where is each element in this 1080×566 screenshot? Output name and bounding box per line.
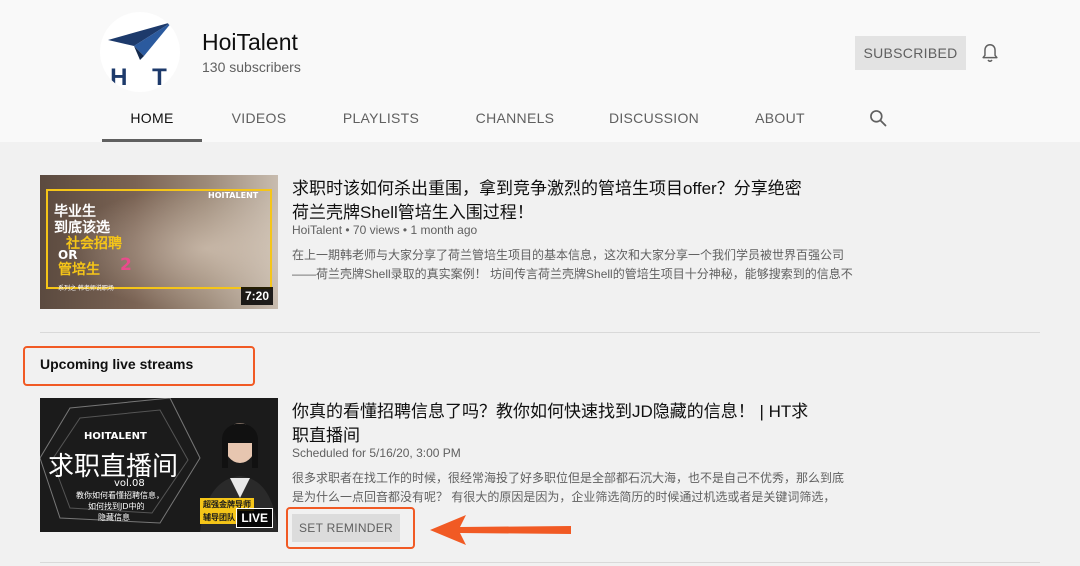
video-title-line[interactable]: 你真的看懂招聘信息了吗？教你如何快速找到JD隐藏的信息！ | HT求 bbox=[292, 400, 832, 424]
search-icon[interactable] bbox=[868, 108, 888, 128]
annotation-arrow-icon bbox=[430, 515, 571, 545]
tab-channels[interactable]: CHANNELS bbox=[470, 98, 560, 142]
set-reminder-button[interactable]: SET REMINDER bbox=[292, 514, 400, 542]
section-title: Upcoming live streams bbox=[40, 356, 194, 372]
scheduled-time: Scheduled for 5/16/20, 3:00 PM bbox=[292, 446, 461, 460]
thumb-text: 教你如何看懂招聘信息， bbox=[76, 491, 164, 500]
thumb-text: 系列之 韩老师说职场 bbox=[58, 285, 114, 292]
video-title-line[interactable]: 荷兰壳牌Shell管培生入围过程！ bbox=[292, 201, 832, 225]
thumb-text: 如何找到JD中的 bbox=[88, 502, 145, 511]
video-description: 在上一期韩老师与大家分享了荷兰管培生项目的基本信息，这次和大家分享一个我们学员被… bbox=[292, 248, 845, 262]
section-divider bbox=[40, 332, 1040, 333]
video-description: 很多求职者在找工作的时候，很经常海投了好多职位但是全部都石沉大海，也不是自己不优… bbox=[292, 471, 845, 485]
channel-avatar[interactable]: H T bbox=[100, 12, 180, 92]
logo-text: H T bbox=[110, 64, 176, 91]
live-badge: LIVE bbox=[236, 508, 273, 528]
channel-header: H T HoiTalent 130 subscribers SUBSCRIBED… bbox=[0, 0, 1080, 142]
tab-playlists[interactable]: PLAYLISTS bbox=[338, 98, 424, 142]
subscribed-button[interactable]: SUBSCRIBED bbox=[855, 36, 966, 70]
thumb-text: 2 bbox=[120, 255, 132, 275]
video-description: ——荷兰壳牌Shell录取的真实案例！ 坊间传言荷兰壳牌Shell的管培生项目十… bbox=[292, 267, 853, 281]
thumb-brand: HOITALENT bbox=[84, 431, 147, 442]
thumb-text: 隐藏信息 bbox=[98, 513, 130, 522]
tab-about[interactable]: ABOUT bbox=[748, 98, 812, 142]
video-title-line[interactable]: 职直播间 bbox=[292, 424, 832, 448]
video-duration: 7:20 bbox=[240, 287, 273, 305]
thumb-text: 求职直播间 bbox=[48, 452, 179, 482]
video-item: 毕业生 到底该选 社会招聘 OR 管培生 2 HOITALENT 系列之 韩老师… bbox=[40, 175, 1080, 315]
channel-name: HoiTalent bbox=[202, 29, 298, 55]
video-meta: HoiTalent • 70 views • 1 month ago bbox=[292, 223, 478, 237]
thumb-text: 管培生 bbox=[58, 262, 100, 278]
thumb-brand: HOITALENT bbox=[208, 191, 259, 200]
video-thumbnail[interactable]: HOITALENT 求职直播间 vol.08 教你如何看懂招聘信息， 如何找到J… bbox=[40, 398, 278, 532]
bell-icon[interactable] bbox=[979, 42, 1001, 64]
tab-home[interactable]: HOME bbox=[102, 98, 202, 142]
video-title-line[interactable]: 求职时该如何杀出重围，拿到竞争激烈的管培生项目offer？分享绝密 bbox=[292, 177, 832, 201]
video-thumbnail[interactable]: 毕业生 到底该选 社会招聘 OR 管培生 2 HOITALENT 系列之 韩老师… bbox=[40, 175, 278, 309]
subscriber-count: 130 subscribers bbox=[202, 59, 301, 75]
thumb-text: vol.08 bbox=[114, 478, 145, 489]
tab-videos[interactable]: VIDEOS bbox=[226, 98, 292, 142]
thumb-text: 辅导团队 bbox=[200, 511, 238, 524]
video-description: 是为什么一点回音都没有呢？ 有很大的原因是因为，企业筛选简历的时候通过机选或者是… bbox=[292, 490, 836, 504]
section-divider bbox=[40, 562, 1040, 563]
tab-discussion[interactable]: DISCUSSION bbox=[606, 98, 702, 142]
